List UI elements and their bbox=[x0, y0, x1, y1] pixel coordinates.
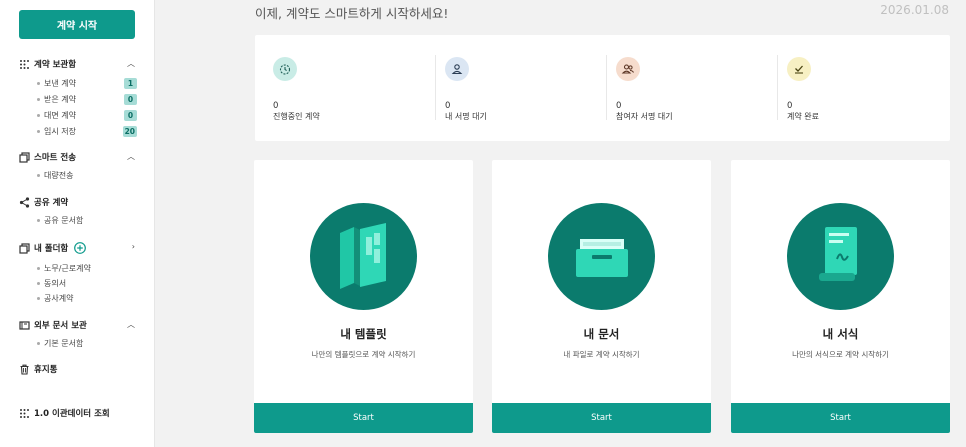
sidebar-item-bulk-send[interactable]: 대량전송 bbox=[37, 169, 137, 182]
status-count: 0 bbox=[273, 101, 279, 111]
sidebar-section-my-folders[interactable]: 내 폴더함 › bbox=[19, 241, 139, 255]
sidebar-item-construction[interactable]: 공사계약 bbox=[37, 292, 137, 305]
sidebar-item-label: 공유 문서함 bbox=[44, 216, 84, 225]
chevron-up-icon[interactable]: ︿ bbox=[127, 319, 135, 330]
card-description: 나만의 템플릿으로 계약 시작하기 bbox=[311, 350, 416, 359]
card-my-document: 내 문서 내 파일로 계약 시작하기 Start bbox=[492, 160, 711, 433]
card-my-form: 내 서식 나만의 서식으로 계약 시작하기 Start bbox=[731, 160, 950, 433]
sidebar-item-consent[interactable]: 동의서 bbox=[37, 277, 137, 290]
start-template-button[interactable]: Start bbox=[254, 403, 473, 433]
count-badge: 0 bbox=[124, 110, 137, 121]
status-my-signature[interactable]: 0 내 서명 대기 bbox=[427, 47, 597, 129]
chevron-right-icon[interactable]: › bbox=[132, 242, 135, 251]
sidebar-section-label: 스마트 전송 bbox=[34, 153, 77, 163]
sidebar-section-label: 계약 보관함 bbox=[34, 60, 77, 70]
grid-dots-icon bbox=[19, 59, 30, 70]
status-count: 0 bbox=[787, 101, 793, 111]
start-document-button[interactable]: Start bbox=[492, 403, 711, 433]
card-my-template: 내 템플릿 나만의 템플릿으로 계약 시작하기 Start bbox=[254, 160, 473, 433]
count-badge: 1 bbox=[124, 78, 137, 89]
template-icon bbox=[310, 203, 417, 310]
sidebar-section-label: 1.0 이관데이터 조회 bbox=[34, 409, 110, 419]
status-summary: 0 진행중인 계약 0 내 서명 대기 0 참여자 서명 대기 0 계약 완료 bbox=[255, 35, 950, 141]
sidebar-section-label: 내 폴더함 bbox=[34, 244, 69, 254]
document-tray-icon bbox=[548, 203, 655, 310]
trash-icon bbox=[19, 364, 30, 375]
sidebar-item-shared-box[interactable]: 공유 문서함 bbox=[37, 214, 137, 227]
sidebar-section-trash[interactable]: 휴지통 bbox=[19, 362, 139, 376]
start-contract-button[interactable]: 계약 시작 bbox=[19, 10, 135, 39]
start-form-button[interactable]: Start bbox=[731, 403, 950, 433]
chevron-up-icon[interactable]: ︿ bbox=[127, 58, 135, 69]
sidebar-section-legacy-data[interactable]: 1.0 이관데이터 조회 bbox=[19, 406, 139, 420]
grid-dots-icon bbox=[19, 408, 30, 419]
folder-copy-icon bbox=[19, 242, 30, 254]
count-badge: 0 bbox=[124, 94, 137, 105]
sidebar-section-external-docs[interactable]: 외부 문서 보관 ︿ bbox=[19, 318, 139, 332]
sidebar-section-label: 휴지통 bbox=[34, 365, 58, 375]
people-icon bbox=[616, 57, 640, 81]
count-badge: 20 bbox=[122, 126, 137, 137]
sidebar-section-smart-send[interactable]: 스마트 전송 ︿ bbox=[19, 150, 139, 164]
archive-icon bbox=[19, 320, 30, 331]
status-count: 0 bbox=[616, 101, 622, 111]
status-label: 참여자 서명 대기 bbox=[616, 112, 673, 121]
card-title: 내 서식 bbox=[822, 327, 859, 341]
status-count: 0 bbox=[445, 101, 451, 111]
sidebar-item-label: 동의서 bbox=[44, 279, 67, 288]
sidebar-section-shared[interactable]: 공유 계약 bbox=[19, 195, 139, 209]
sidebar-section-label: 외부 문서 보관 bbox=[34, 321, 87, 331]
sidebar: 계약 시작 계약 보관함 ︿ 보낸 계약 1 받은 계약 0 대면 계약 0 임시 저… bbox=[0, 0, 155, 447]
status-label: 내 서명 대기 bbox=[445, 112, 487, 121]
person-icon bbox=[445, 57, 469, 81]
status-label: 진행중인 계약 bbox=[273, 112, 320, 121]
status-completed[interactable]: 0 계약 완료 bbox=[769, 47, 939, 129]
sidebar-section-contract-storage[interactable]: 계약 보관함 ︿ bbox=[19, 57, 139, 71]
check-icon bbox=[787, 57, 811, 81]
sidebar-item-label: 대량전송 bbox=[44, 171, 74, 180]
sidebar-item-sent[interactable]: 보낸 계약 1 bbox=[37, 77, 137, 90]
card-title: 내 문서 bbox=[583, 327, 620, 341]
sidebar-item-basic-docs[interactable]: 기본 문서함 bbox=[37, 337, 137, 350]
form-scroll-icon bbox=[787, 203, 894, 310]
chevron-up-icon[interactable]: ︿ bbox=[127, 151, 135, 162]
card-title: 내 템플릿 bbox=[340, 327, 387, 341]
sidebar-item-label: 보낸 계약 bbox=[44, 79, 76, 88]
sidebar-item-labor-contract[interactable]: 노무/근로계약 bbox=[37, 262, 137, 275]
sidebar-item-label: 기본 문서함 bbox=[44, 339, 84, 348]
sidebar-item-label: 받은 계약 bbox=[44, 95, 76, 104]
sidebar-item-drafts[interactable]: 임시 저장 20 bbox=[37, 125, 137, 138]
sidebar-item-received[interactable]: 받은 계약 0 bbox=[37, 93, 137, 106]
copy-icon bbox=[19, 151, 30, 163]
add-folder-icon[interactable] bbox=[74, 242, 87, 254]
status-in-progress[interactable]: 0 진행중인 계약 bbox=[255, 47, 425, 129]
page-title: 이제, 계약도 스마트하게 시작하세요! bbox=[255, 6, 449, 21]
card-description: 나만의 서식으로 계약 시작하기 bbox=[792, 350, 889, 359]
timer-icon bbox=[273, 57, 297, 81]
status-label: 계약 완료 bbox=[787, 112, 819, 121]
sidebar-item-label: 공사계약 bbox=[44, 294, 74, 303]
sidebar-item-label: 노무/근로계약 bbox=[44, 264, 91, 273]
current-date: 2026.01.08 bbox=[880, 3, 949, 17]
sidebar-section-label: 공유 계약 bbox=[34, 198, 69, 208]
card-description: 내 파일로 계약 시작하기 bbox=[563, 350, 640, 359]
sidebar-item-label: 임시 저장 bbox=[44, 127, 76, 136]
sidebar-item-face-to-face[interactable]: 대면 계약 0 bbox=[37, 109, 137, 122]
status-participant-signature[interactable]: 0 참여자 서명 대기 bbox=[598, 47, 768, 129]
sidebar-item-label: 대면 계약 bbox=[44, 111, 76, 120]
share-icon bbox=[19, 196, 30, 208]
